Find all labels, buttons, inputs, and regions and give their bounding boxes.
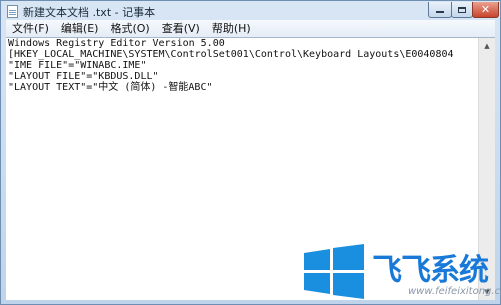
menu-file[interactable]: 文件(F): [6, 20, 55, 37]
close-button[interactable]: ✕: [472, 2, 499, 18]
windows-logo-icon: [304, 244, 364, 299]
text-line: Windows Registry Editor Version 5.00: [8, 38, 225, 49]
menu-edit[interactable]: 编辑(E): [55, 20, 105, 37]
text-line: "LAYOUT FILE"="KBDUS.DLL": [8, 71, 159, 82]
close-icon: ✕: [480, 3, 491, 16]
watermark-brand: 飞飞系统: [372, 253, 489, 288]
menu-help[interactable]: 帮助(H): [206, 20, 257, 37]
title-bar[interactable]: 新建文本文档 .txt - 记事本 ✕: [1, 1, 500, 20]
minimize-button[interactable]: [428, 2, 452, 18]
maximize-icon: [458, 6, 466, 13]
text-line: "IME FILE"="WINABC.IME": [8, 60, 147, 71]
text-content[interactable]: Windows Registry Editor Version 5.00 [HK…: [8, 38, 478, 93]
text-line: "LAYOUT TEXT"="中文 (简体) -智能ABC": [8, 82, 213, 93]
notepad-icon: [7, 5, 18, 18]
minimize-icon: [436, 11, 444, 13]
text-line: [HKEY_LOCAL_MACHINE\SYSTEM\ControlSet001…: [8, 49, 454, 60]
menu-bar: 文件(F) 编辑(E) 格式(O) 查看(V) 帮助(H): [6, 20, 495, 37]
watermark-url: www.feifeixitong.com: [408, 286, 501, 297]
scroll-up-icon[interactable]: ▲: [480, 38, 494, 54]
window-title: 新建文本文档 .txt - 记事本: [23, 6, 156, 19]
maximize-button[interactable]: [451, 2, 473, 18]
watermark: 飞飞系统 www.feifeixitong.com: [300, 243, 501, 305]
menu-view[interactable]: 查看(V): [156, 20, 206, 37]
menu-format[interactable]: 格式(O): [104, 20, 155, 37]
